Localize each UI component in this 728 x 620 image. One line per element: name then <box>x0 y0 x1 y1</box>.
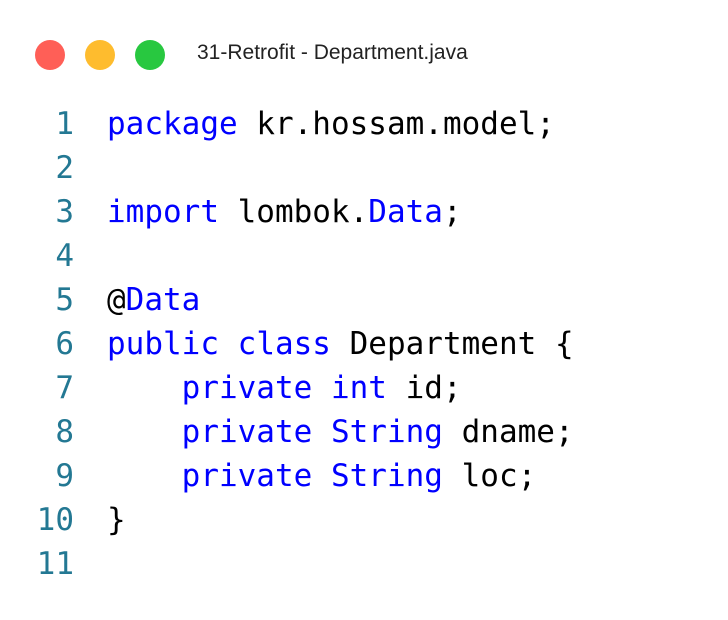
text-token: ; <box>442 194 462 230</box>
keyword-token: class <box>237 326 331 362</box>
text-token: lombok. <box>218 194 369 230</box>
maximize-window-button[interactable] <box>135 40 165 70</box>
line-number: 2 <box>55 150 74 186</box>
keyword-token: public <box>107 326 219 362</box>
keyword-token: private <box>181 414 313 450</box>
code-line: 9 private String loc; <box>0 454 574 498</box>
code-line: 4 <box>0 234 574 278</box>
code-text: public class Department { <box>107 322 574 366</box>
code-line: 10} <box>0 498 574 542</box>
text-token: Department { <box>330 326 574 362</box>
keyword-token: String <box>330 414 443 450</box>
code-line: 5 @Data <box>0 278 574 322</box>
code-text: private int id; <box>107 366 462 410</box>
code-editor: 1 package kr.hossam.model; 2 3 import lombok… <box>0 102 574 586</box>
keyword-token: import <box>107 194 219 230</box>
code-line: 3 import lombok.Data; <box>0 190 574 234</box>
line-number: 4 <box>55 238 74 274</box>
keyword-token: private <box>181 370 313 406</box>
code-text: private String loc; <box>107 454 537 498</box>
text-token: kr.hossam.model; <box>237 106 555 142</box>
keyword-token: String <box>330 458 443 494</box>
line-number: 7 <box>55 370 74 406</box>
code-line: 7 private int id; <box>0 366 574 410</box>
code-line: 1 package kr.hossam.model; <box>0 102 574 146</box>
line-number: 1 <box>55 106 74 142</box>
code-text: } <box>107 498 126 542</box>
text-token: loc; <box>442 458 537 494</box>
minimize-window-button[interactable] <box>85 40 115 70</box>
code-text: package kr.hossam.model; <box>107 102 555 146</box>
code-line: 8 private String dname; <box>0 410 574 454</box>
line-number: 11 <box>36 546 74 582</box>
line-number: 9 <box>55 458 74 494</box>
line-number: 3 <box>55 194 74 230</box>
text-token: @ <box>107 282 126 318</box>
text-token: } <box>107 502 126 538</box>
line-number: 10 <box>36 502 74 538</box>
keyword-token: package <box>107 106 238 142</box>
line-number: 8 <box>55 414 74 450</box>
code-text: private String dname; <box>107 410 574 454</box>
keyword-token: int <box>330 370 387 406</box>
text-token: dname; <box>442 414 574 450</box>
code-line: 6 public class Department { <box>0 322 574 366</box>
window-title: 31-Retrofit - Department.java <box>197 41 468 64</box>
line-number: 6 <box>55 326 74 362</box>
text-token: id; <box>386 370 462 406</box>
keyword-token: Data <box>368 194 443 230</box>
code-line: 11 <box>0 542 574 586</box>
close-window-button[interactable] <box>35 40 65 70</box>
code-text: @Data <box>107 278 200 322</box>
keyword-token: private <box>181 458 313 494</box>
code-text: import lombok.Data; <box>107 190 462 234</box>
keyword-token: Data <box>125 282 201 318</box>
line-number: 5 <box>55 282 74 318</box>
code-line: 2 <box>0 146 574 190</box>
